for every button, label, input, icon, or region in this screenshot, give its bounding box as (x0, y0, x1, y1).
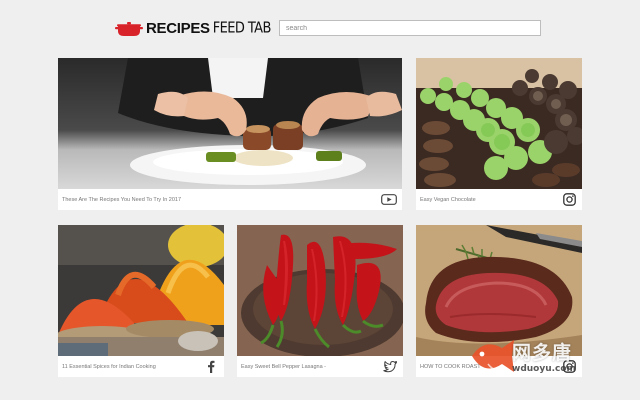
card-caption[interactable]: 11 Essential Spices for Indian Cooking (62, 364, 202, 370)
youtube-icon[interactable] (380, 193, 398, 207)
header: RECIPES FEED TAB (114, 19, 544, 39)
recipe-image[interactable] (416, 58, 582, 189)
card-footer: Easy Sweet Bell Pepper Lasagna - (237, 356, 403, 377)
watermark-text: 网多唐 (512, 342, 573, 364)
recipe-image[interactable] (237, 225, 403, 356)
brand-name-bold: RECIPES (146, 20, 210, 37)
logo[interactable]: RECIPES FEED TAB (114, 19, 271, 39)
twitter-icon[interactable] (381, 360, 399, 374)
recipe-card[interactable]: Easy Sweet Bell Pepper Lasagna - (237, 225, 403, 377)
cooking-pot-icon (115, 22, 143, 36)
watermark-url: wduoyu.com (512, 364, 576, 374)
card-caption[interactable]: Easy Vegan Chocolate (420, 197, 560, 203)
recipe-card[interactable]: These Are The Recipes You Need To Try In… (58, 58, 402, 210)
recipe-image[interactable] (58, 225, 224, 356)
watermark: 网多唐 wduoyu.com (466, 334, 596, 380)
search-input[interactable] (279, 20, 541, 36)
card-caption[interactable]: Easy Sweet Bell Pepper Lasagna - (241, 364, 381, 370)
card-caption[interactable]: These Are The Recipes You Need To Try In… (62, 197, 380, 203)
recipe-card[interactable]: Easy Vegan Chocolate (416, 58, 582, 210)
fish-logo-icon (472, 340, 514, 372)
facebook-icon[interactable] (202, 360, 220, 374)
instagram-icon[interactable] (560, 193, 578, 207)
card-footer: Easy Vegan Chocolate (416, 189, 582, 210)
recipe-image[interactable] (58, 58, 402, 189)
card-footer: 11 Essential Spices for Indian Cooking (58, 356, 224, 377)
recipe-card[interactable]: 11 Essential Spices for Indian Cooking (58, 225, 224, 377)
card-footer: These Are The Recipes You Need To Try In… (58, 189, 402, 210)
brand-name-light: FEED TAB (212, 19, 272, 38)
